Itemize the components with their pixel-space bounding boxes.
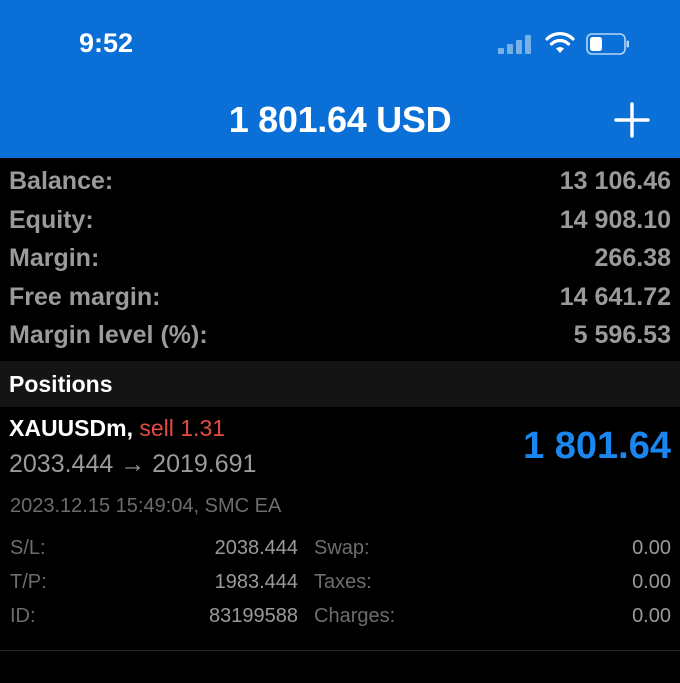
position-item[interactable]: XAUUSDm, sell 1.31 2033.444 → 2019.691 1…: [0, 407, 680, 650]
position-symbol-line: XAUUSDm, sell 1.31: [9, 415, 225, 442]
wifi-icon: [545, 32, 575, 53]
position-prices: 2033.444 → 2019.691: [9, 450, 257, 478]
sl-value: 2038.444: [214, 537, 298, 559]
free-margin-row: Free margin: 14 641.72: [0, 279, 680, 318]
margin-row: Margin: 266.38: [0, 240, 680, 279]
equity-value: 14 908.10: [559, 205, 671, 234]
status-time: 9:52: [79, 28, 134, 58]
margin-level-row: Margin level (%): 5 596.53: [0, 317, 680, 356]
tp-value: 1983.444: [214, 571, 298, 593]
position-profit: 1 801.64: [523, 425, 671, 467]
equity-label: Equity:: [9, 205, 94, 234]
account-summary: Balance: 13 106.46 Equity: 14 908.10 Mar…: [0, 163, 680, 356]
taxes-value: 0.00: [632, 571, 671, 593]
app-header: 9:52 1 801.64 USD: [0, 0, 680, 158]
battery-icon: [586, 33, 629, 55]
margin-label: Margin:: [9, 244, 100, 272]
swap-label: Swap:: [314, 537, 370, 559]
account-profit-title: 1 801.64 USD: [228, 99, 452, 140]
positions-section-header: Positions: [0, 361, 680, 407]
balance-row: Balance: 13 106.46: [0, 163, 680, 202]
taxes-label: Taxes:: [314, 571, 372, 593]
margin-value: 266.38: [594, 244, 671, 272]
charges-value: 0.00: [632, 605, 671, 627]
id-value: 83199588: [209, 605, 298, 627]
divider: [0, 650, 680, 651]
equity-row: Equity: 14 908.10: [0, 202, 680, 241]
free-margin-value: 14 641.72: [559, 282, 671, 311]
free-margin-label: Free margin:: [9, 282, 161, 311]
position-datetime: 2023.12.15 15:49:04, SMC EA: [10, 495, 282, 517]
plus-icon[interactable]: [613, 101, 651, 139]
positions-title: Positions: [9, 371, 113, 397]
id-label: ID:: [10, 605, 36, 627]
cellular-signal-icon: [498, 34, 532, 54]
position-symbol: XAUUSDm,: [9, 415, 133, 441]
swap-value: 0.00: [632, 537, 671, 559]
tp-label: T/P:: [10, 571, 47, 593]
charges-label: Charges:: [314, 605, 396, 627]
balance-label: Balance:: [9, 167, 114, 195]
position-side: sell 1.31: [139, 415, 226, 441]
balance-value: 13 106.46: [559, 167, 671, 195]
sl-label: S/L:: [10, 537, 46, 559]
margin-level-value: 5 596.53: [573, 321, 671, 349]
margin-level-label: Margin level (%):: [9, 321, 208, 349]
